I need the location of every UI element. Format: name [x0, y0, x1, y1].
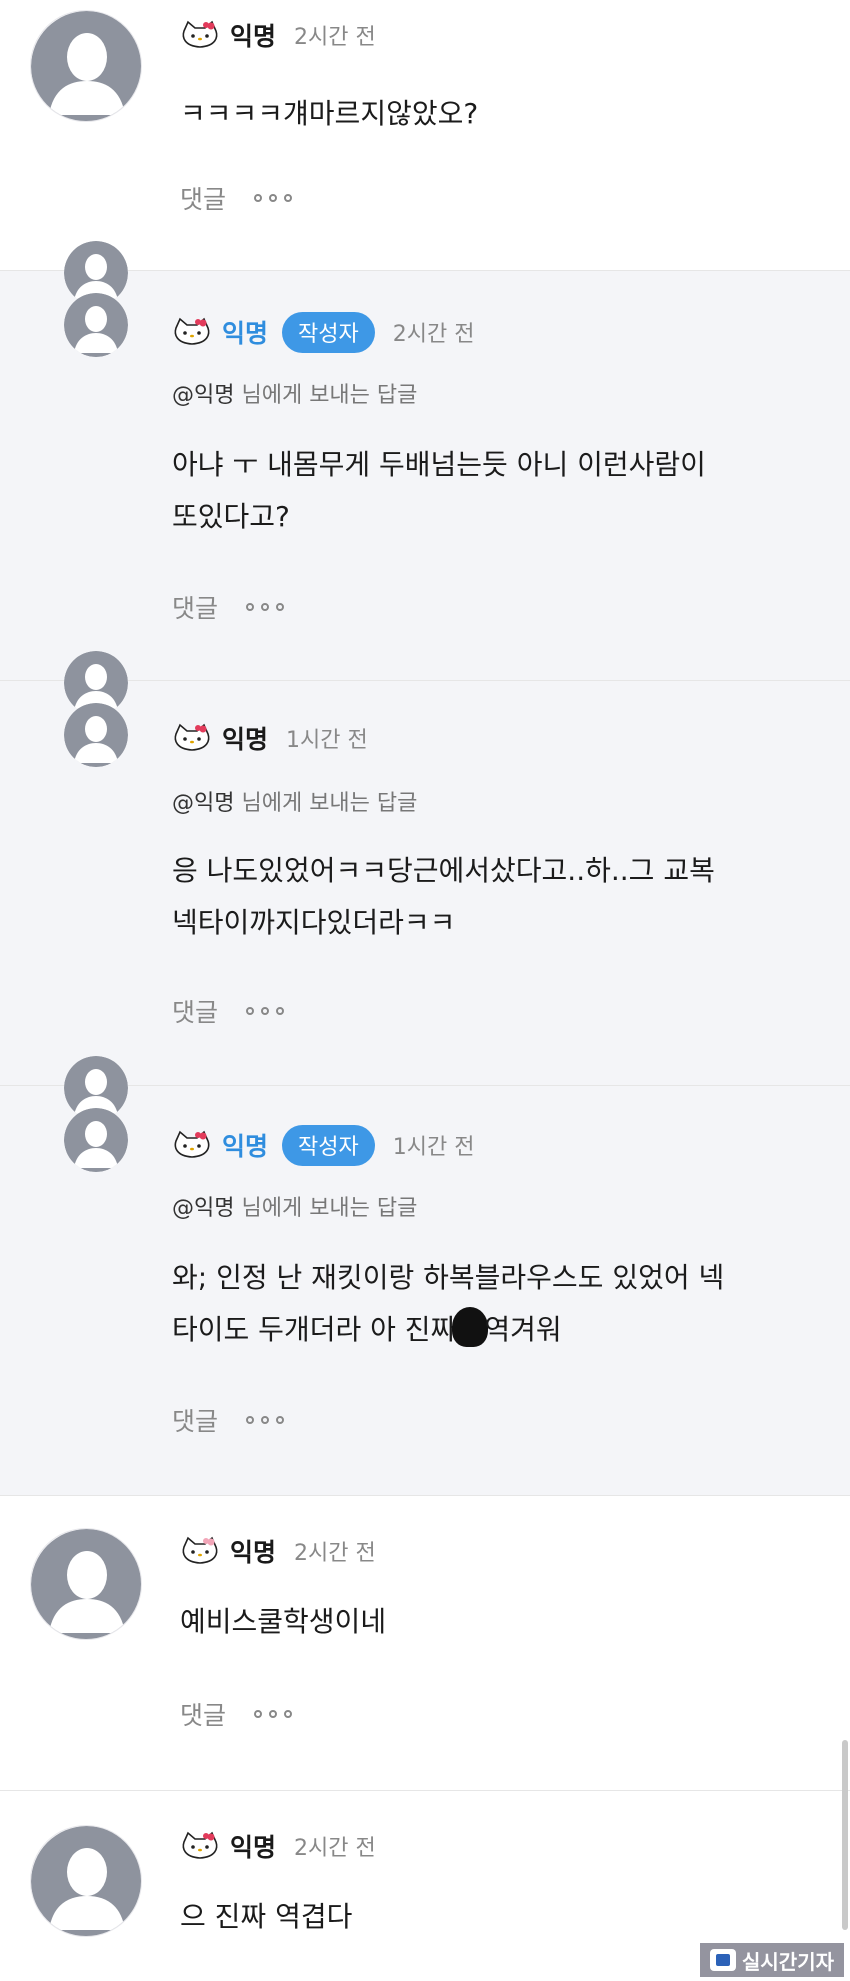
comment-text-line: 또있다고? [172, 500, 290, 533]
reply-target-user[interactable]: @익명 [172, 1196, 234, 1221]
timestamp: 2시간 전 [294, 1836, 376, 1861]
comment-actions: 댓글 [172, 993, 285, 1029]
default-avatar-icon[interactable] [30, 1825, 142, 1937]
comment-actions: 댓글 [172, 1402, 285, 1438]
reply-button[interactable]: 댓글 [172, 1402, 218, 1438]
more-options-icon[interactable] [254, 1704, 293, 1724]
comment-text: 와; 인정 난 재킷이랑 하복블라우스도 있었어 넥 타이도 두개더라 아 진짜… [172, 1252, 850, 1356]
reply-item: 익명 작성자 2시간 전 @익명 님에게 보내는 답글 아냐 ㅜ 내몸무게 두배… [0, 241, 850, 680]
comment-text: 으 진짜 역겹다 [180, 1900, 353, 1933]
timestamp: 2시간 전 [392, 322, 475, 347]
comment-meta: 익명 2시간 전 [180, 1530, 376, 1572]
reply-target-suffix: 님에게 보내는 답글 [234, 791, 418, 816]
timestamp: 2시간 전 [294, 1541, 376, 1566]
hello-kitty-icon [174, 1130, 210, 1158]
default-avatar-icon[interactable] [30, 10, 142, 122]
reply-target: @익명 님에게 보내는 답글 [172, 377, 417, 409]
comment-text-line: 타이도 두개더라 아 진짜 역겨워 [172, 1304, 850, 1356]
comment-text: 아냐 ㅜ 내몸무게 두배넘는듯 아니 이런사람이 또있다고? [172, 439, 850, 543]
scrollbar[interactable] [842, 1740, 848, 1930]
more-options-icon[interactable] [246, 1410, 285, 1430]
default-avatar-icon[interactable] [64, 703, 128, 767]
hello-kitty-icon [182, 1831, 218, 1859]
reply-target-suffix: 님에게 보내는 답글 [234, 383, 418, 408]
hello-kitty-icon [182, 1536, 218, 1564]
more-options-icon[interactable] [246, 597, 285, 617]
timestamp: 1시간 전 [392, 1135, 475, 1160]
comment-meta: 익명 작성자 2시간 전 [172, 311, 474, 353]
comment-actions: 댓글 [172, 589, 285, 625]
reply-item: 익명 1시간 전 @익명 님에게 보내는 답글 응 나도있었어ㅋㅋ당근에서샀다고… [0, 651, 850, 1085]
reply-button[interactable]: 댓글 [180, 1696, 226, 1732]
author-name[interactable]: 익명 [230, 1828, 276, 1864]
reply-target-user[interactable]: @익명 [172, 383, 234, 408]
hello-kitty-icon [182, 20, 218, 48]
reply-target-user[interactable]: @익명 [172, 791, 234, 816]
comment-text-line: 넥타이까지다있더라ㅋㅋ [172, 906, 456, 939]
default-avatar-icon[interactable] [64, 1108, 128, 1172]
more-options-icon[interactable] [246, 1001, 285, 1021]
reply-button[interactable]: 댓글 [172, 993, 218, 1029]
reply-target-suffix: 님에게 보내는 답글 [234, 1196, 418, 1221]
default-avatar-icon[interactable] [30, 1528, 142, 1640]
author-name[interactable]: 익명 [222, 1127, 268, 1163]
watermark-text: 실시간기자 [742, 1949, 834, 1974]
comment-item: 익명 2시간 전 예비스쿨학생이네 댓글 [0, 1495, 850, 1790]
reply-button[interactable]: 댓글 [180, 180, 226, 216]
comment-text-line: 아냐 ㅜ 내몸무게 두배넘는듯 아니 이런사람이 [172, 448, 706, 481]
comment-meta: 익명 2시간 전 [180, 1825, 376, 1867]
comment-text-line: 와; 인정 난 재킷이랑 하복블라우스도 있었어 넥 [172, 1261, 725, 1294]
comment-text-part: 역겨워 [484, 1313, 562, 1346]
comment-actions: 댓글 [180, 180, 293, 216]
reply-target: @익명 님에게 보내는 답글 [172, 1190, 417, 1222]
censor-mark [452, 1307, 489, 1347]
comment-meta: 익명 1시간 전 [172, 717, 368, 759]
author-name[interactable]: 익명 [222, 720, 268, 756]
author-badge: 작성자 [282, 1124, 375, 1166]
hello-kitty-icon [174, 723, 210, 751]
reply-button[interactable]: 댓글 [172, 589, 218, 625]
watermark-logo-icon [710, 1949, 736, 1971]
comment-actions: 댓글 [180, 1696, 293, 1732]
comment-text: 응 나도있었어ㅋㅋ당근에서샀다고..하..그 교복 넥타이까지다있더라ㅋㅋ [172, 845, 850, 949]
comment-meta: 익명 작성자 1시간 전 [172, 1124, 474, 1166]
comment-text: 예비스쿨학생이네 [180, 1605, 387, 1638]
author-name[interactable]: 익명 [230, 17, 276, 53]
reply-target: @익명 님에게 보내는 답글 [172, 785, 417, 817]
author-badge: 작성자 [282, 311, 375, 353]
comment-text: ㅋㅋㅋㅋ걔마르지않았오? [180, 97, 479, 130]
comment-meta: 익명 2시간 전 [180, 14, 376, 56]
comment-item: 익명 2시간 전 ㅋㅋㅋㅋ걔마르지않았오? 댓글 [0, 0, 850, 270]
reply-item: 익명 작성자 1시간 전 @익명 님에게 보내는 답글 와; 인정 난 재킷이랑… [0, 1056, 850, 1495]
comment-text-line: 응 나도있었어ㅋㅋ당근에서샀다고..하..그 교복 [172, 854, 715, 887]
default-avatar-icon[interactable] [64, 293, 128, 357]
hello-kitty-icon [174, 317, 210, 345]
timestamp: 1시간 전 [286, 728, 368, 753]
comment-text-part: 타이도 두개더라 아 진짜 [172, 1313, 457, 1346]
more-options-icon[interactable] [254, 188, 293, 208]
author-name[interactable]: 익명 [230, 1533, 276, 1569]
watermark: 실시간기자 [700, 1943, 844, 1977]
author-name[interactable]: 익명 [222, 314, 268, 350]
timestamp: 2시간 전 [294, 25, 376, 50]
